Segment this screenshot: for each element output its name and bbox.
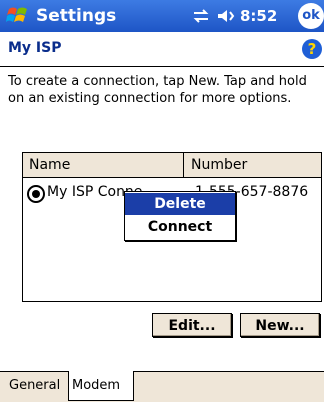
instruction-text: To create a connection, tap New. Tap and… bbox=[8, 74, 307, 106]
menu-item-delete[interactable]: Delete bbox=[125, 193, 235, 215]
context-menu: Delete Connect bbox=[124, 191, 236, 241]
ok-button[interactable]: ok bbox=[298, 3, 324, 29]
page-header: My ISP ? bbox=[0, 32, 324, 66]
new-button[interactable]: New... bbox=[240, 313, 320, 337]
menu-item-connect[interactable]: Connect bbox=[125, 216, 235, 238]
title-bar: Settings 8:52 ok bbox=[0, 0, 324, 32]
clock[interactable]: 8:52 bbox=[240, 5, 277, 27]
radio-selected-icon[interactable] bbox=[27, 185, 45, 203]
tab-modem[interactable]: Modem bbox=[68, 371, 134, 401]
header-divider bbox=[0, 66, 324, 67]
connectivity-icon[interactable] bbox=[192, 8, 210, 24]
list-header: Name Number bbox=[23, 153, 321, 178]
app-title[interactable]: Settings bbox=[36, 5, 116, 27]
help-icon[interactable]: ? bbox=[302, 39, 322, 59]
column-header-number[interactable]: Number bbox=[185, 153, 321, 177]
tab-strip: General Modem bbox=[0, 371, 324, 402]
volume-icon[interactable] bbox=[216, 8, 236, 24]
windows-start-icon[interactable] bbox=[6, 5, 30, 27]
page-title: My ISP bbox=[8, 40, 62, 56]
column-header-name[interactable]: Name bbox=[23, 153, 184, 177]
tab-general[interactable]: General bbox=[6, 371, 68, 401]
edit-button[interactable]: Edit... bbox=[152, 313, 232, 337]
